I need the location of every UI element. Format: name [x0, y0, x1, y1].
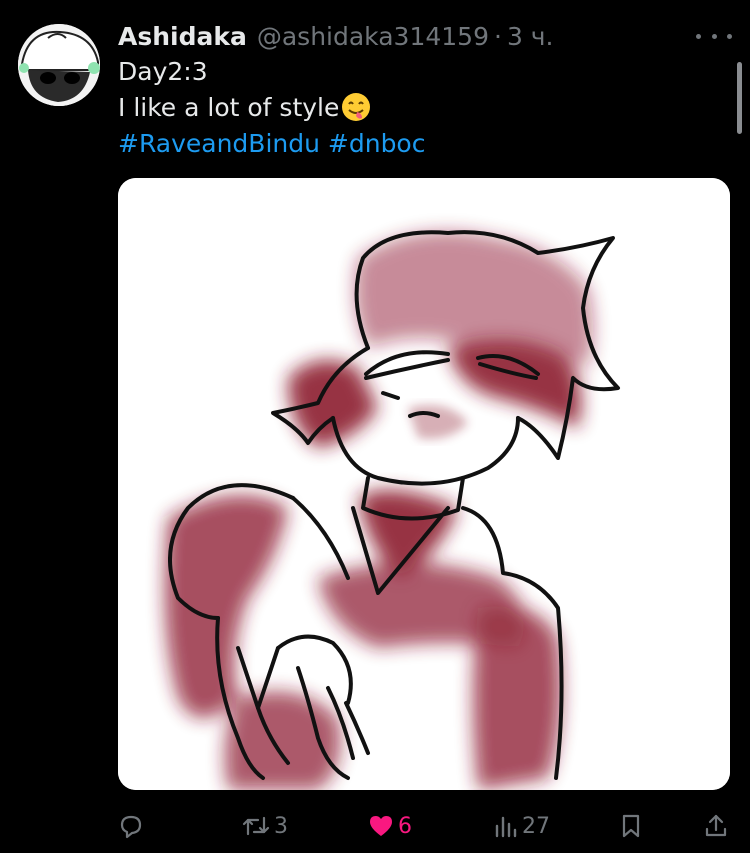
author-avatar[interactable]: [18, 24, 100, 106]
author-handle[interactable]: @ashidaka314159: [257, 22, 489, 51]
tweet-text: I like a lot of style: [118, 93, 340, 122]
bookmark-icon: [622, 814, 640, 838]
tweet-actions: 3 6 27: [0, 806, 750, 846]
like-count: 6: [398, 813, 412, 839]
tweet-image[interactable]: [118, 178, 730, 790]
hashtag-link[interactable]: #dnboc: [328, 129, 426, 158]
heart-filled-icon: [370, 816, 392, 836]
hashtags: #RaveandBindu #dnboc: [118, 126, 425, 162]
views-button[interactable]: 27: [494, 806, 550, 846]
like-button[interactable]: 6: [368, 806, 412, 846]
separator-dot: ·: [493, 21, 502, 51]
repost-button[interactable]: 3: [242, 806, 288, 846]
share-icon: [705, 814, 727, 837]
hashtag-link[interactable]: #RaveandBindu: [118, 129, 320, 158]
smiling-face-with-tongue-icon: [342, 93, 371, 121]
scrollbar[interactable]: [737, 62, 742, 134]
more-options-icon[interactable]: [696, 24, 732, 48]
repost-count: 3: [274, 813, 288, 839]
analytics-icon: [495, 816, 517, 838]
tweet-header: Ashidaka @ashidaka314159 · 3 ч.: [118, 18, 554, 54]
reply-icon: [120, 815, 142, 839]
tweet-text-line-2: I like a lot of style: [118, 90, 371, 126]
repost-icon: [242, 816, 270, 836]
views-count: 27: [522, 813, 550, 839]
bookmark-button[interactable]: [620, 806, 642, 846]
reply-button[interactable]: [118, 806, 148, 846]
author-name[interactable]: Ashidaka: [118, 22, 247, 51]
tweet-text-line: Day2:3: [118, 57, 208, 86]
tweet-timestamp[interactable]: 3 ч.: [507, 22, 554, 51]
share-button[interactable]: [704, 806, 728, 846]
